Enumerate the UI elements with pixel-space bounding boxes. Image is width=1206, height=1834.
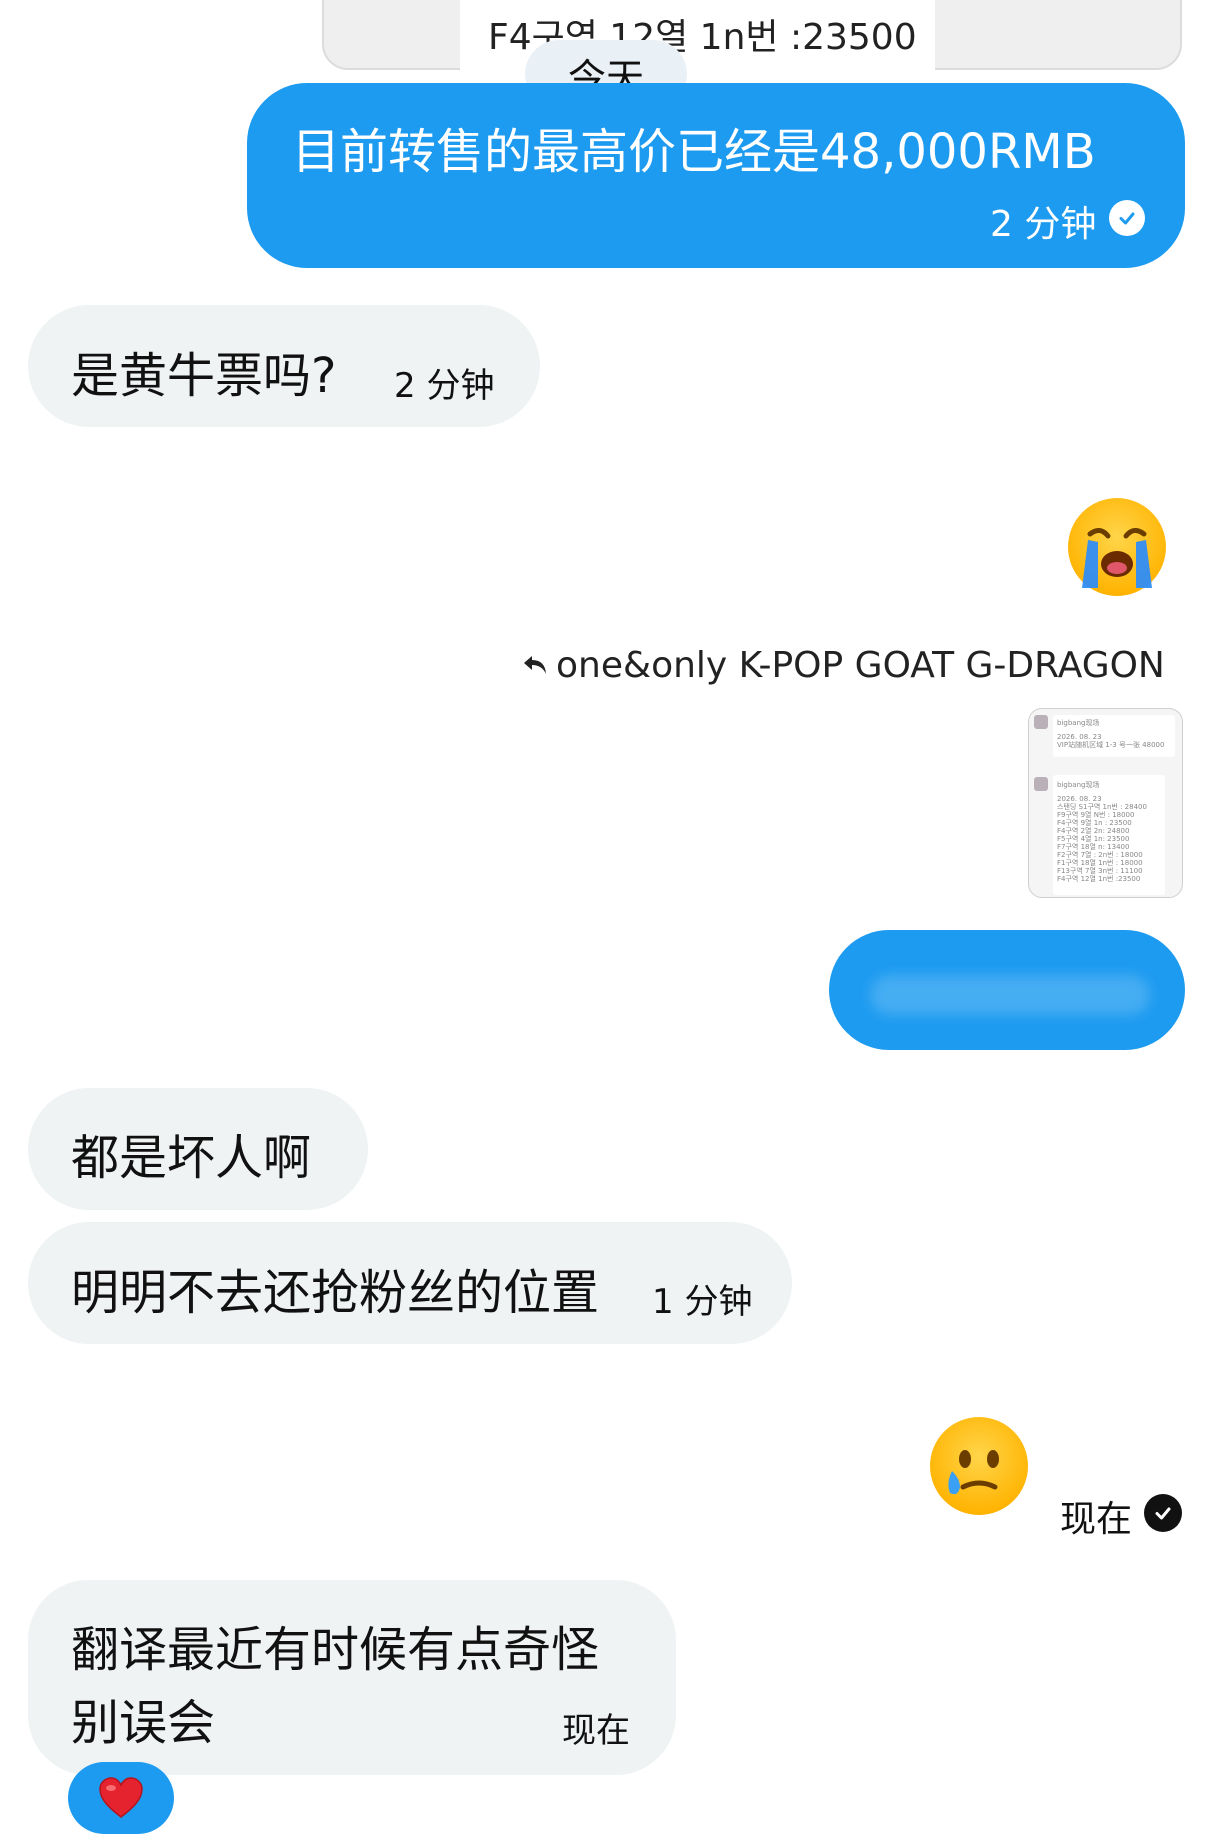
message-timestamp: 现在 (1060, 1499, 1133, 1540)
thumbnail-text: F4구역 12열 1n번 :23500 (1057, 875, 1141, 883)
message-timestamp: 1 分钟 (652, 1282, 753, 1322)
message-text: 目前转售的最高价已经是48,000RMB (292, 124, 1096, 180)
reply-to-label[interactable]: one&only K-POP GOAT G-DRAGON (556, 645, 1165, 686)
thumbnail-text: F5구역 4열 1n: 23500 (1057, 835, 1130, 843)
thumbnail-text: F1구역 18열 1n번 : 18000 (1057, 859, 1143, 867)
read-receipt-icon (1144, 1494, 1182, 1532)
reply-arrow-icon (520, 650, 550, 688)
thumbnail-text: F9구역 9열 N번 : 18000 (1057, 811, 1135, 819)
thumbnail-text: F7구역 18열 n: 13400 (1057, 843, 1130, 851)
heart-reaction-badge[interactable] (68, 1762, 174, 1834)
thumbnail-text: bigbang现场 (1057, 781, 1100, 789)
thumbnail-text: F4구역 2열 2n: 24800 (1057, 827, 1130, 835)
thumbnail-text: F4구역 9열 1n : 23500 (1057, 819, 1132, 827)
message-text-line: 别误会 (71, 1695, 216, 1751)
thumbnail-text: bigbang现场 (1057, 719, 1100, 727)
thumbnail-text: 2026. 08. 23 (1057, 795, 1102, 803)
message-timestamp: 现在 (562, 1711, 630, 1751)
thumbnail-text: F13구역 7열 3n번 : 11100 (1057, 867, 1143, 875)
thumbnail-avatar (1034, 715, 1048, 729)
thumbnail-text: 2026. 08. 23 (1057, 733, 1102, 741)
message-text: 是黄牛票吗? (71, 348, 337, 404)
message-text: 明明不去还抢粉丝的位置 (71, 1265, 600, 1321)
loudly-crying-face-emoji-icon[interactable] (1068, 498, 1166, 596)
message-text: 都是坏人啊 (71, 1130, 312, 1186)
red-heart-icon (99, 1777, 143, 1818)
blurred-message-text (870, 975, 1150, 1015)
face-holding-back-tears-emoji-icon[interactable] (930, 1417, 1028, 1515)
thumbnail-text: VIP站随机区域 1-3 号一张 48000 (1057, 741, 1165, 749)
thumbnail-text: F2구역 7열 : 2n번 : 18000 (1057, 851, 1143, 859)
read-receipt-icon (1109, 200, 1145, 236)
message-timestamp: 2 分钟 (394, 366, 495, 406)
thumbnail-text: 스탠딩 S1구역 1n번 : 28400 (1057, 803, 1147, 811)
image-attachment[interactable]: bigbang现场 2026. 08. 23 VIP站随机区域 1-3 号一张 … (1028, 708, 1183, 898)
thumbnail-avatar (1034, 777, 1048, 791)
message-timestamp: 2 分钟 (990, 204, 1097, 245)
message-text-line: 翻译最近有时候有点奇怪 (71, 1622, 600, 1678)
